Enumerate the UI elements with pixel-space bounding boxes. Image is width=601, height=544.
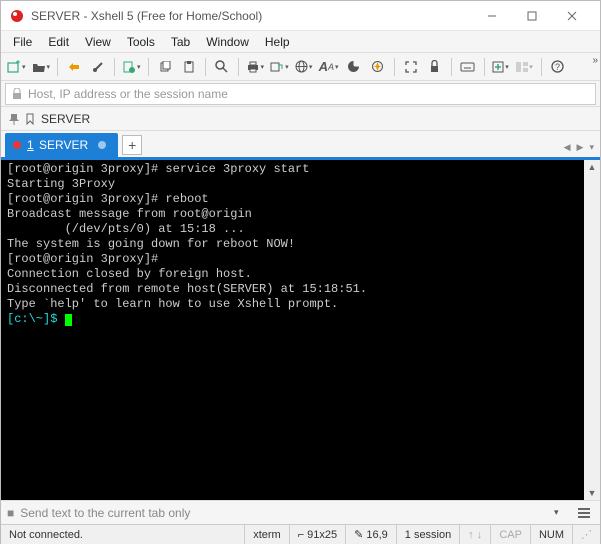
send-bullet-icon: ■ bbox=[7, 506, 14, 520]
properties-button[interactable]: ▾ bbox=[120, 56, 143, 78]
address-placeholder: Host, IP address or the session name bbox=[28, 87, 228, 101]
send-dropdown-icon[interactable]: ▾ bbox=[554, 507, 568, 518]
status-caps: CAP bbox=[490, 525, 530, 544]
terminal-scrollbar[interactable]: ▲ ▼ bbox=[584, 160, 600, 500]
language-button[interactable]: ▾ bbox=[293, 56, 315, 78]
print-button[interactable]: ▾ bbox=[244, 56, 267, 78]
tab-close-icon[interactable] bbox=[98, 141, 106, 149]
help-button[interactable]: ? bbox=[547, 56, 569, 78]
tab-list-icon[interactable]: ▾ bbox=[589, 142, 594, 153]
lock-icon bbox=[12, 88, 22, 100]
fullscreen-button[interactable] bbox=[400, 56, 422, 78]
app-icon bbox=[9, 8, 25, 24]
status-connection: Not connected. bbox=[1, 525, 244, 544]
status-sessions: 1 session bbox=[396, 525, 459, 544]
scroll-down-icon[interactable]: ▼ bbox=[588, 486, 597, 500]
tab-prev-icon[interactable]: ◀ bbox=[564, 142, 571, 153]
pin-icon[interactable] bbox=[9, 113, 19, 125]
font-button[interactable]: AA▾ bbox=[317, 56, 341, 78]
status-size: ⌐ 91x25 bbox=[289, 525, 345, 544]
status-cursor: ✎ 16,9 bbox=[345, 525, 396, 544]
copy-button[interactable] bbox=[154, 56, 176, 78]
statusbar: Not connected. xterm ⌐ 91x25 ✎ 16,9 1 se… bbox=[1, 524, 600, 544]
paste-button[interactable] bbox=[178, 56, 200, 78]
titlebar: SERVER - Xshell 5 (Free for Home/School) bbox=[1, 1, 600, 31]
terminal[interactable]: [root@origin 3proxy]# service 3proxy sta… bbox=[1, 160, 600, 500]
lock-button[interactable] bbox=[424, 56, 446, 78]
keyboard-button[interactable] bbox=[457, 56, 479, 78]
menubar: File Edit View Tools Tab Window Help bbox=[1, 31, 600, 53]
tabstrip: 1 SERVER + ◀ ▶ ▾ bbox=[1, 131, 600, 157]
open-button[interactable]: ▾ bbox=[30, 56, 53, 78]
find-button[interactable] bbox=[211, 56, 233, 78]
tab-label: SERVER bbox=[39, 138, 88, 152]
toolbar-overflow-icon[interactable]: » bbox=[592, 55, 598, 66]
address-input[interactable]: Host, IP address or the session name bbox=[5, 83, 596, 105]
add-button[interactable]: ▾ bbox=[490, 56, 512, 78]
session-row: SERVER bbox=[1, 107, 600, 131]
close-button[interactable] bbox=[552, 2, 592, 30]
status-resize-grip[interactable]: ⋰ bbox=[572, 525, 600, 544]
status-num: NUM bbox=[530, 525, 572, 544]
reconnect-button[interactable] bbox=[63, 56, 85, 78]
color-scheme-button[interactable] bbox=[343, 56, 365, 78]
menu-view[interactable]: View bbox=[77, 33, 119, 51]
status-updown-icon: ↑ ↓ bbox=[459, 525, 490, 544]
new-tab-button[interactable]: + bbox=[122, 135, 142, 155]
scroll-up-icon[interactable]: ▲ bbox=[588, 160, 597, 174]
session-name[interactable]: SERVER bbox=[41, 112, 90, 126]
send-bar: ■ Send text to the current tab only ▾ bbox=[1, 500, 600, 524]
send-input[interactable]: Send text to the current tab only bbox=[20, 506, 548, 520]
status-termtype: xterm bbox=[244, 525, 289, 544]
menu-tab[interactable]: Tab bbox=[163, 33, 198, 51]
transfer-button[interactable]: ▾ bbox=[268, 56, 291, 78]
maximize-button[interactable] bbox=[512, 2, 552, 30]
disconnect-button[interactable] bbox=[87, 56, 109, 78]
send-menu-button[interactable] bbox=[574, 508, 594, 518]
bookmark-icon[interactable] bbox=[25, 113, 35, 125]
minimize-button[interactable] bbox=[472, 2, 512, 30]
menu-window[interactable]: Window bbox=[198, 33, 257, 51]
tab-server[interactable]: 1 SERVER bbox=[5, 133, 118, 157]
menu-help[interactable]: Help bbox=[257, 33, 298, 51]
new-session-button[interactable]: ▾ bbox=[5, 56, 28, 78]
tab-next-icon[interactable]: ▶ bbox=[577, 142, 584, 153]
menu-edit[interactable]: Edit bbox=[40, 33, 77, 51]
window-title: SERVER - Xshell 5 (Free for Home/School) bbox=[31, 9, 472, 23]
address-row: Host, IP address or the session name bbox=[1, 81, 600, 107]
tab-status-dot bbox=[13, 141, 21, 149]
toolbar: ▾ ▾ ▾ ▾ ▾ ▾ AA▾ ▾ ▾ ? » bbox=[1, 53, 600, 81]
menu-tools[interactable]: Tools bbox=[119, 33, 163, 51]
svg-text:?: ? bbox=[555, 62, 560, 72]
layout-button[interactable]: ▾ bbox=[514, 56, 536, 78]
menu-file[interactable]: File bbox=[5, 33, 40, 51]
highlight-button[interactable] bbox=[367, 56, 389, 78]
terminal-area: [root@origin 3proxy]# service 3proxy sta… bbox=[1, 160, 600, 500]
tab-number: 1 bbox=[27, 138, 34, 152]
